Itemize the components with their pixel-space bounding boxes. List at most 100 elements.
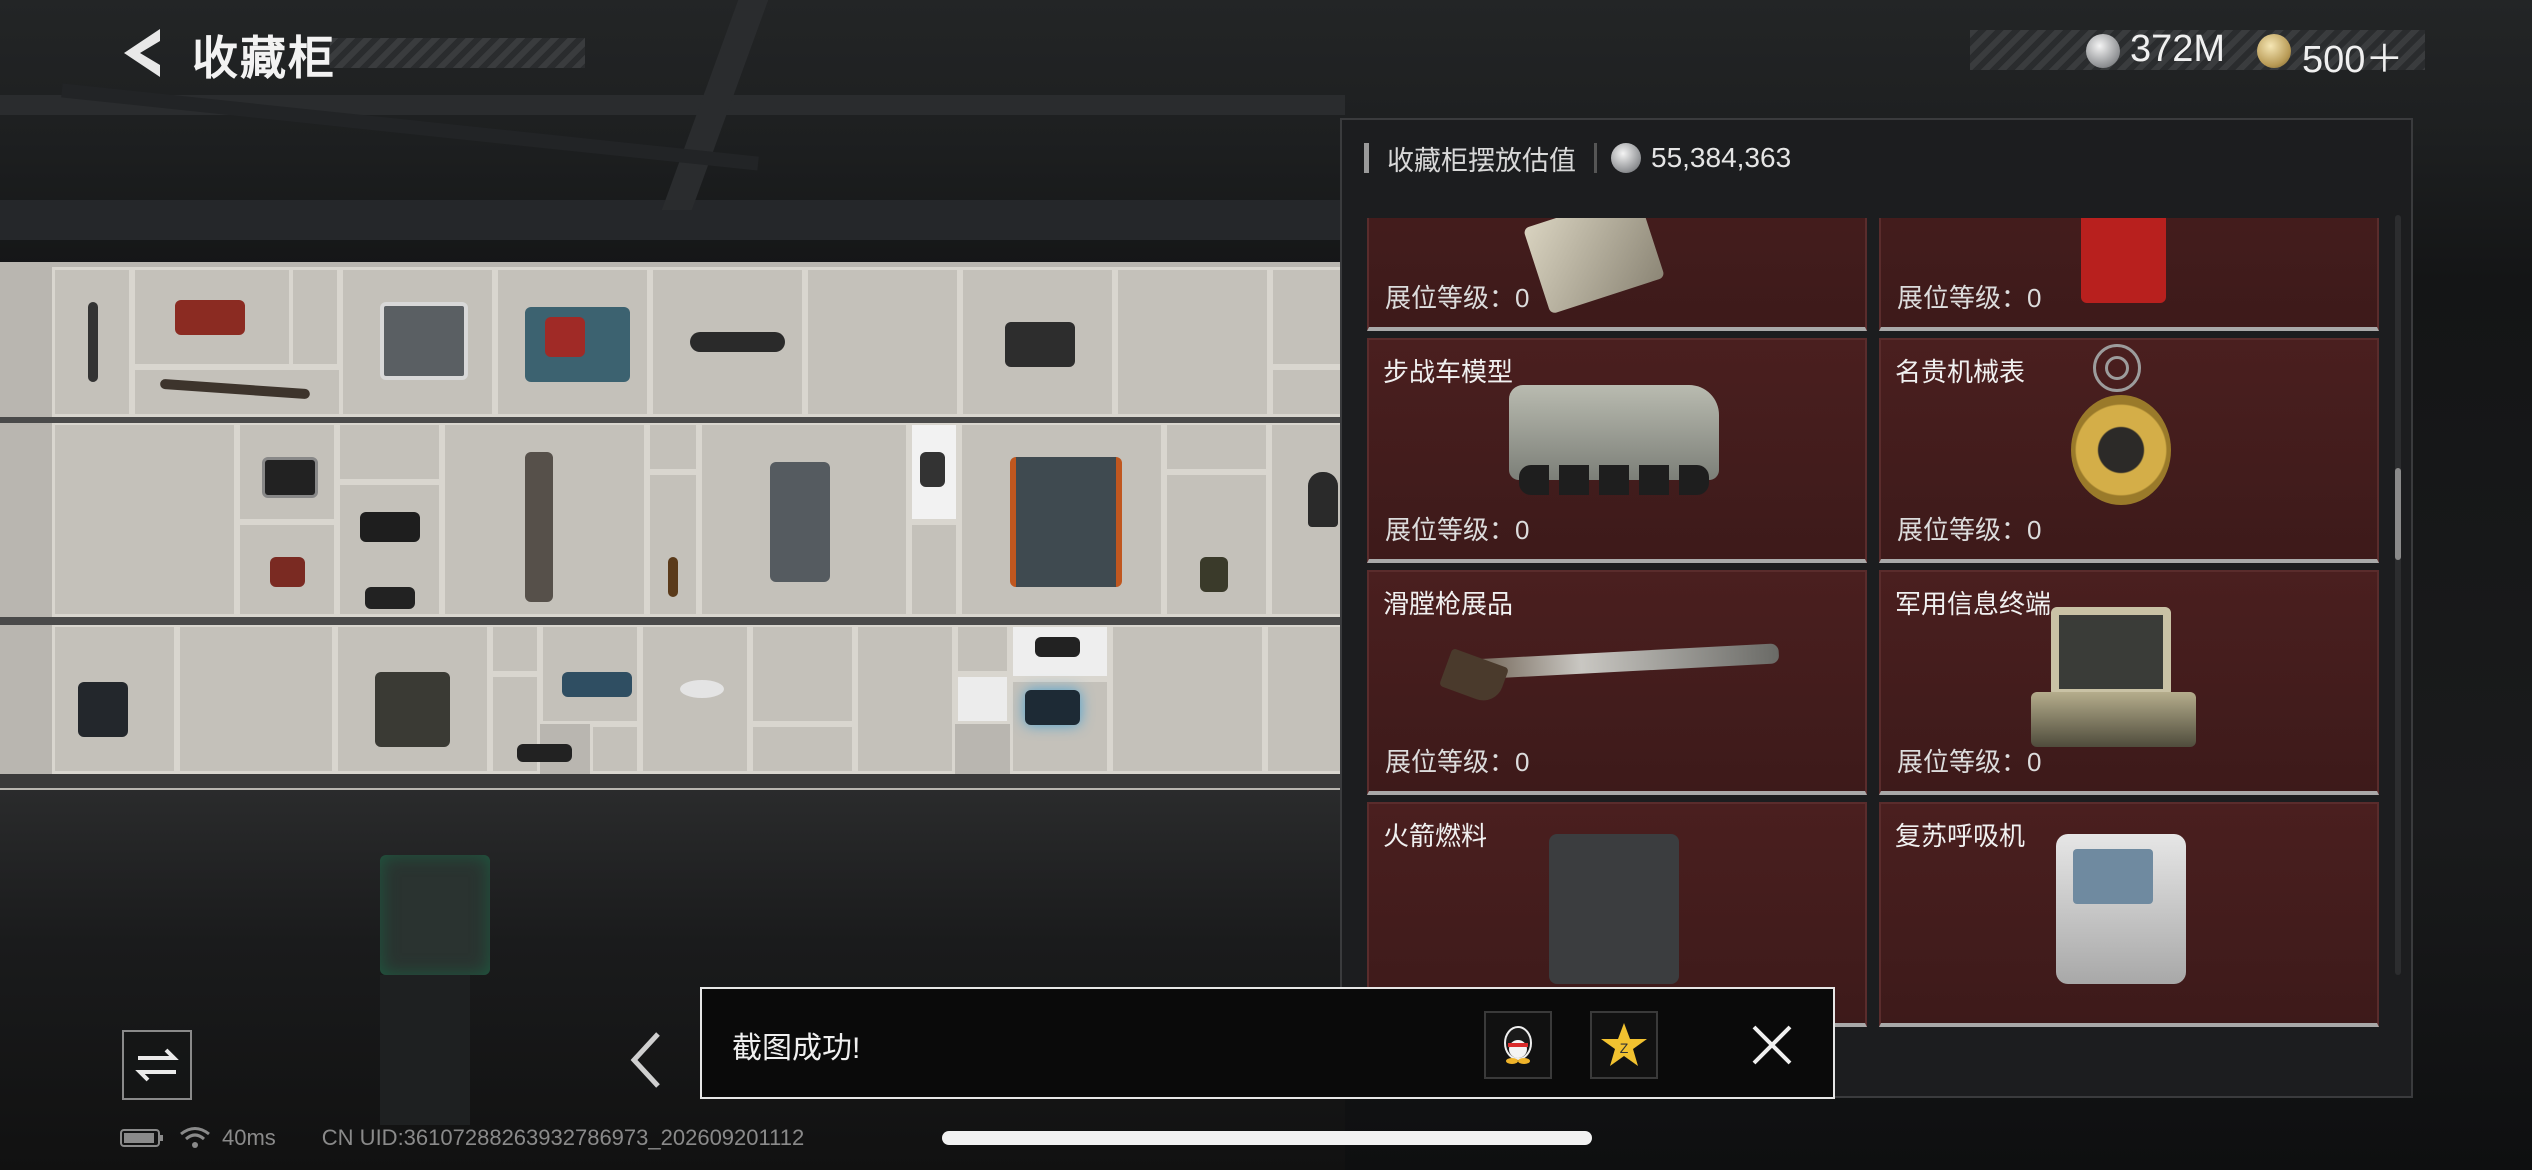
ping-value: 40ms [222,1125,276,1150]
pistol-icon [1035,637,1080,657]
card-name: 名贵机械表 [1895,357,2026,387]
display-cell [805,267,960,417]
status-bar: 40ms CN UID:361072882639327869​73_202609… [120,1123,804,1153]
camera-icon [360,512,420,542]
shelf-strip [0,417,1345,423]
qzone-share-button[interactable]: Z [1590,1011,1658,1079]
bottle-icon [668,557,678,597]
shelf-strip [0,774,1345,788]
armor-plate-icon [545,317,585,357]
card-level: 展位等级：0 [1385,515,1530,545]
red-device-icon [2081,218,2166,303]
gallery-floor [0,790,1345,1170]
gold-watch-icon [2071,395,2171,505]
item-grid[interactable]: 展位等级：0 展位等级：0 步战车模型 展位等级：0 名贵机械表 展位等级：0 … [1367,218,2379,1098]
display-wall [0,262,1345,792]
wifi-icon [180,1127,210,1148]
robot-icon [770,462,830,582]
circuit-icon [1200,557,1228,592]
shelf-strip [0,617,1345,625]
card-level: 展位等级：0 [1385,283,1530,313]
display-cell [1270,367,1345,417]
scroll-track[interactable] [2395,215,2401,975]
page-title: 收藏柜 [192,32,336,84]
display-cell [1270,267,1345,367]
display-cell [1115,267,1270,417]
chevron-left-icon[interactable] [628,1030,664,1090]
collection-card[interactable]: 步战车模型 展位等级：0 [1367,338,1867,563]
radio-icon [262,457,318,498]
fuel-canister-icon [1549,834,1679,984]
card-level: 展位等级：0 [1897,283,2042,313]
drone-icon [690,332,785,352]
valuation-label: 收藏柜摆放估值 [1387,145,1576,176]
scrollbar-thumb[interactable] [2395,468,2401,560]
display-cell [955,674,1010,724]
card-level: 展位等级：0 [1897,515,2042,545]
vehicle-wheels [1519,465,1709,495]
focus-target-icon [2093,344,2141,392]
silver-currency-value: 372M [2130,28,2226,70]
red-kit-icon [270,557,305,587]
terminal-base [2031,692,2196,747]
battery-icon [120,1129,163,1147]
display-cell [955,624,1010,674]
display-cell [750,624,855,724]
bust-icon [1308,472,1338,527]
musket-stock [1438,647,1510,707]
backpack-icon [78,682,128,737]
laptop-kiosk-icon [380,855,490,975]
terminal-icon [380,302,468,380]
kiosk-pedestal [380,975,470,1125]
collection-card[interactable]: 复苏呼吸机 [1879,802,2379,1027]
display-cell [337,422,442,482]
collection-panel: 收藏柜摆放估值 55,384,363 展位等级：0 展位等级：0 步战车模型 展… [1340,118,2413,1098]
display-cell [52,422,237,617]
display-cell [290,267,340,367]
device-icon [517,744,572,762]
gold-coin-icon [2257,34,2291,68]
switch-view-button[interactable] [122,1030,192,1100]
card-level: 展位等级：0 [1385,747,1530,777]
qq-share-icon [1504,1026,1532,1064]
graphics-card-icon [1523,218,1665,315]
close-icon[interactable] [1750,1023,1794,1067]
display-cell [177,624,335,774]
collection-card[interactable]: 展位等级：0 [1879,218,2379,331]
collection-card[interactable]: 军用信息终端 展位等级：0 [1879,570,2379,795]
display-cell [1164,472,1269,617]
collection-card[interactable]: 滑膛枪展品 展位等级：0 [1367,570,1867,795]
respirator-screen [2073,849,2153,904]
swap-arrows-icon [135,1048,179,1082]
gold-currency-value[interactable]: 500＋ [2302,28,2403,83]
prosthetic-leg-icon [525,452,553,602]
module-icon [562,672,632,697]
header-accent [1364,143,1369,173]
home-indicator[interactable] [942,1131,1592,1145]
display-cell [640,624,750,774]
card-name: 火箭燃料 [1383,821,1488,851]
toast-message: 截图成功! [732,1032,861,1065]
display-cell [647,422,699,472]
silver-coin-icon [1611,143,1641,173]
title-decoration [330,38,585,68]
field-terminal-icon [2051,607,2171,697]
display-cell [1110,624,1265,774]
collection-card[interactable]: 展位等级：0 [1367,218,1867,331]
valuation-header: 收藏柜摆放估值 55,384,363 [1364,138,1791,178]
card-icon [920,452,945,487]
display-box-icon [1025,690,1080,725]
valuation-value: 55,384,363 [1651,142,1792,173]
display-cell [909,522,959,617]
display-cell [750,724,855,774]
uid-text: CN UID:361072882639327869​73_20260920111… [321,1125,805,1150]
top-bar: 收藏柜 372M 500＋ [0,0,2532,105]
screenshot-toast: 截图成功! Z [700,987,1835,1099]
display-cell [590,724,640,774]
stand-icon [680,680,724,698]
case-icon [375,672,450,747]
qzone-share-icon: Z [1601,1023,1647,1066]
back-arrow-icon[interactable] [118,25,168,81]
qq-share-button[interactable] [1484,1011,1552,1079]
svg-text:Z: Z [1620,1040,1629,1056]
